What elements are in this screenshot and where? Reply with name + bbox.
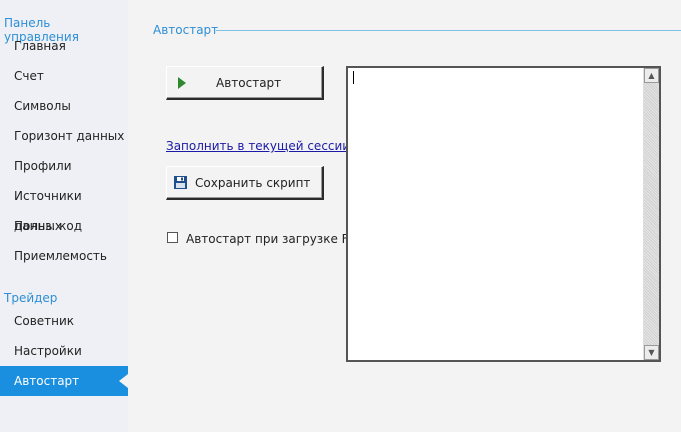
autostart-on-load-label: Автостарт при загрузке FSB xyxy=(186,232,365,246)
save-script-button-label: Сохранить скрипт xyxy=(195,176,311,190)
autostart-button-label: Автостарт xyxy=(216,76,282,90)
scroll-up-button[interactable]: ▲ xyxy=(644,68,659,83)
script-textarea[interactable]: ▲ ▼ xyxy=(346,66,661,362)
sidebar-item-symbols[interactable]: Символы xyxy=(0,91,128,121)
sidebar-item-account[interactable]: Счет xyxy=(0,61,128,91)
sidebar-item-user-code[interactable]: Польз. код xyxy=(0,211,128,241)
section-title-trader: Трейдер xyxy=(4,291,58,305)
fill-current-session-link[interactable]: Заполнить в текущей сессии xyxy=(166,139,350,153)
sidebar-item-profiles[interactable]: Профили xyxy=(0,151,128,181)
sidebar-item-data-horizon[interactable]: Горизонт данных xyxy=(0,121,128,151)
group-title: Автостарт xyxy=(153,23,219,37)
main-panel: Автостарт Автостарт Заполнить в текущей … xyxy=(128,0,681,432)
sidebar-item-data-sources[interactable]: Источники данных xyxy=(0,181,128,233)
play-icon xyxy=(178,77,186,89)
sidebar: Панель управления Главная Счет Символы Г… xyxy=(0,0,128,432)
autostart-on-load-checkbox[interactable] xyxy=(167,232,178,243)
sidebar-item-advisor[interactable]: Советник xyxy=(0,306,128,336)
scroll-down-button[interactable]: ▼ xyxy=(644,345,659,360)
group-divider xyxy=(216,30,681,31)
vertical-scrollbar[interactable]: ▲ ▼ xyxy=(643,68,659,360)
save-script-button[interactable]: Сохранить скрипт xyxy=(166,166,324,200)
sidebar-item-autostart[interactable]: Автостарт xyxy=(0,366,128,396)
sidebar-item-acceptance[interactable]: Приемлемость xyxy=(0,241,128,271)
floppy-disk-icon xyxy=(174,176,187,189)
autostart-button[interactable]: Автостарт xyxy=(166,66,324,100)
sidebar-item-main[interactable]: Главная xyxy=(0,31,128,61)
text-caret xyxy=(353,71,354,84)
sidebar-item-settings[interactable]: Настройки xyxy=(0,336,128,366)
